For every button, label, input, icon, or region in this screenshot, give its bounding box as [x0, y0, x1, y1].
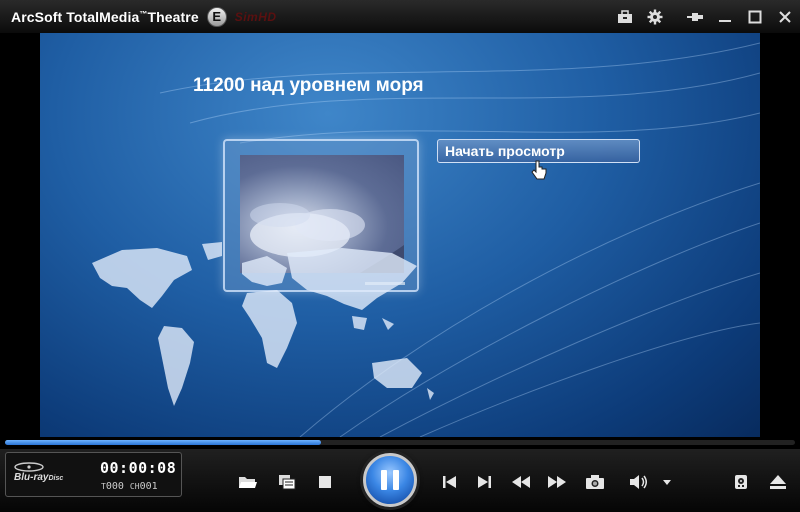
- remote-control-icon[interactable]: [729, 472, 753, 492]
- seek-progress-fill: [5, 440, 321, 445]
- simhd-label: SimHD: [234, 9, 277, 24]
- hand-cursor-icon: [531, 160, 547, 188]
- maximize-icon[interactable]: [740, 5, 770, 29]
- window-controls: [610, 0, 800, 33]
- snapshot-camera-icon[interactable]: [583, 472, 607, 492]
- edition-badge: E: [206, 6, 227, 27]
- next-chapter-icon[interactable]: [472, 472, 496, 492]
- title-chapter-readout: T000 CH001: [101, 481, 158, 492]
- eject-icon[interactable]: [766, 472, 790, 492]
- seek-bar[interactable]: [0, 437, 800, 449]
- chapter-label: CH: [129, 482, 140, 491]
- chapter-number: 001: [139, 481, 158, 492]
- gear-icon[interactable]: [640, 5, 670, 29]
- stop-icon[interactable]: [313, 472, 337, 492]
- disc-menu-icon[interactable]: [275, 472, 299, 492]
- world-map-graphic: [92, 242, 434, 406]
- elapsed-time: 00:00:08: [100, 459, 177, 477]
- pin-icon[interactable]: [680, 5, 710, 29]
- close-icon[interactable]: [770, 5, 800, 29]
- bluray-logo-sub: Disc: [48, 475, 64, 482]
- bluray-logo: Blu-rayDisc: [14, 462, 63, 485]
- previous-chapter-icon[interactable]: [438, 472, 462, 492]
- app-suffix: Theatre: [147, 8, 199, 25]
- pause-icon: [381, 470, 387, 490]
- menu-title: 11200 над уровнем моря: [193, 75, 424, 96]
- volume-icon[interactable]: [627, 472, 651, 492]
- rewind-icon[interactable]: [509, 472, 533, 492]
- disc-info-panel: Blu-rayDisc 00:00:08 T000 CH001: [5, 452, 182, 497]
- video-area[interactable]: 11200 над уровнем моря Начать просмотр: [40, 33, 760, 437]
- control-bar: Blu-rayDisc 00:00:08 T000 CH001: [0, 449, 800, 512]
- toolbox-icon[interactable]: [610, 5, 640, 29]
- fast-forward-icon[interactable]: [545, 472, 569, 492]
- open-folder-icon[interactable]: [236, 472, 260, 492]
- app-name: ArcSoft TotalMedia: [11, 8, 140, 25]
- pause-button[interactable]: [363, 453, 417, 507]
- app-title: ArcSoft TotalMedia™Theatre: [11, 9, 199, 25]
- title-number: 000: [105, 481, 124, 492]
- title-bar: ArcSoft TotalMedia™Theatre E SimHD: [0, 0, 800, 33]
- minimize-icon[interactable]: [710, 5, 740, 29]
- volume-dropdown-chevron-icon[interactable]: [658, 472, 676, 492]
- bluray-logo-text: Blu-ray: [14, 472, 49, 483]
- simhd-logo: SimHD: [235, 10, 277, 24]
